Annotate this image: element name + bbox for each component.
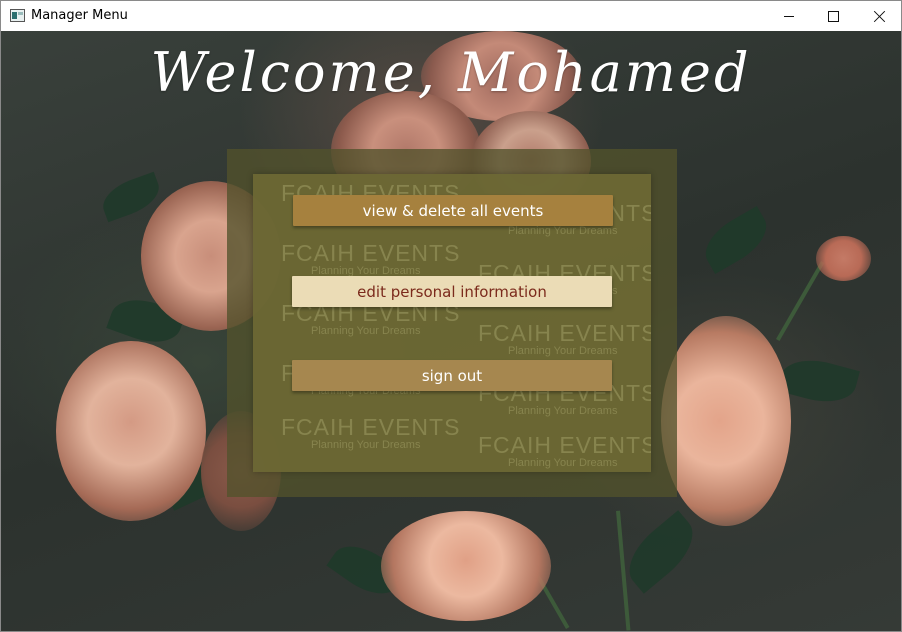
minimize-icon (784, 15, 794, 17)
welcome-heading: Welcome, Mohamed (150, 41, 752, 104)
app-window-icon (10, 9, 25, 22)
app-window: Manager Menu Welcome, Mohamed FCAIH EVEN… (0, 0, 902, 632)
watermark-logo: FCAIH EVENTSPlanning Your Dreams (478, 320, 651, 357)
sign-out-button[interactable]: sign out (292, 360, 612, 391)
title-bar[interactable]: Manager Menu (1, 1, 901, 31)
leaf-shape (616, 510, 706, 594)
edit-personal-info-button[interactable]: edit personal information (292, 276, 612, 307)
rose-shape (661, 316, 791, 526)
rose-shape (56, 341, 206, 521)
leaf-shape (696, 206, 776, 274)
close-button[interactable] (856, 1, 902, 31)
window-title: Manager Menu (31, 8, 128, 23)
view-delete-events-button[interactable]: view & delete all events (293, 195, 613, 226)
watermark-logo: FCAIH EVENTSPlanning Your Dreams (281, 414, 461, 451)
rose-shape (381, 511, 551, 621)
watermark-logo: FCAIH EVENTSPlanning Your Dreams (281, 240, 461, 277)
minimize-button[interactable] (766, 1, 812, 31)
rose-bud-shape (816, 236, 871, 281)
stem-shape (776, 261, 825, 341)
maximize-icon (827, 10, 839, 22)
maximize-button[interactable] (810, 1, 856, 31)
close-icon (873, 10, 886, 23)
watermark-logo: FCAIH EVENTSPlanning Your Dreams (478, 432, 651, 469)
